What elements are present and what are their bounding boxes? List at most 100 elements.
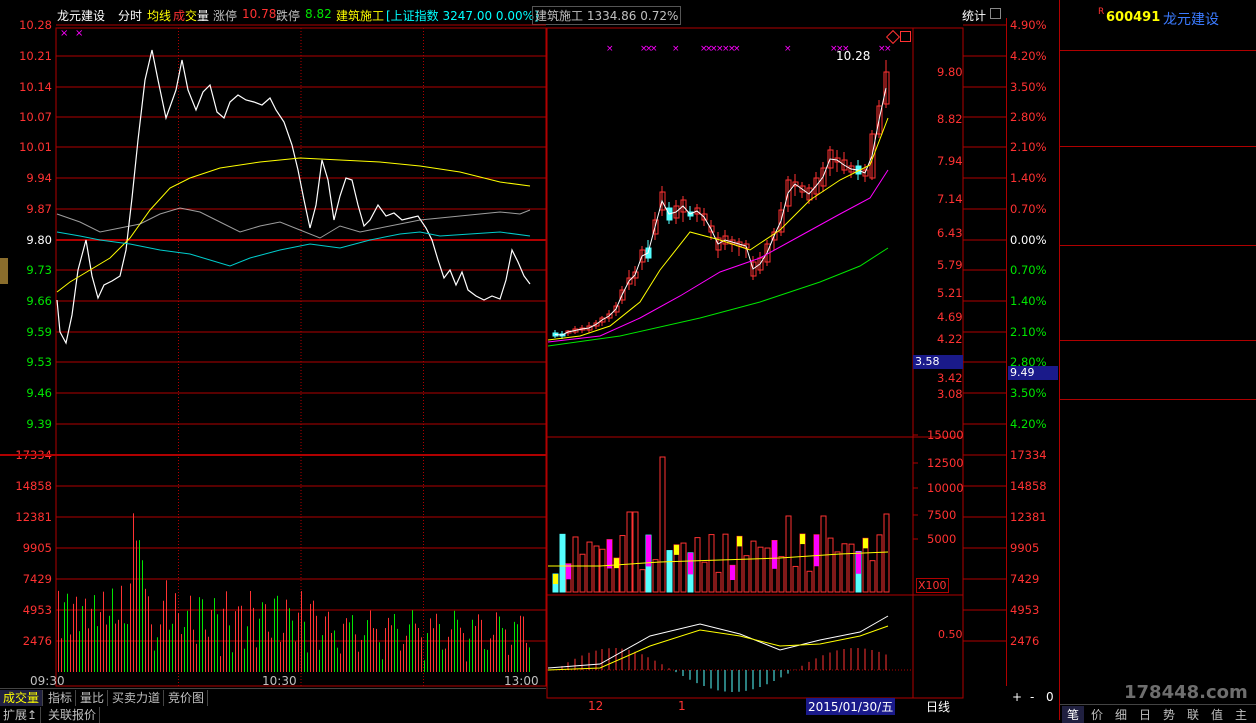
period-label[interactable]: 日线	[926, 698, 950, 715]
kline-volume-bar	[708, 534, 715, 593]
tab-buy-sell-power[interactable]: 买卖力道	[109, 690, 165, 706]
tab-volume-ratio[interactable]: 量比	[77, 690, 109, 706]
kline-volume-highlight	[646, 535, 651, 567]
signal-mark: ×	[650, 44, 658, 54]
maximize-icon[interactable]	[900, 31, 911, 42]
kline-volume-bar	[722, 533, 729, 593]
kline-volume-bar	[764, 547, 771, 593]
kline-volume-bar	[834, 551, 841, 593]
intraday-volume-bar	[340, 653, 341, 672]
tab-indicator[interactable]: 指标	[45, 690, 77, 706]
panel-tab[interactable]: 价	[1086, 706, 1108, 723]
bid-row[interactable]	[1060, 169, 1256, 187]
ask-row[interactable]	[1060, 129, 1256, 147]
panel-tab[interactable]: 值	[1206, 706, 1228, 723]
stock-code: 600491	[1106, 10, 1161, 25]
kline-volume-cap	[614, 558, 619, 569]
stat-row[interactable]	[1060, 247, 1256, 265]
kline-volume-bar	[876, 534, 883, 593]
intraday-volume-bar	[433, 628, 434, 672]
stat-row[interactable]	[1060, 285, 1256, 303]
panel-tab[interactable]: 主	[1230, 706, 1252, 723]
zoom-out-button[interactable]: -	[1030, 690, 1034, 704]
intraday-volume-bar	[403, 643, 404, 672]
intraday-volume-bar	[514, 621, 515, 672]
stat-row[interactable]	[1060, 323, 1256, 341]
intraday-volume-bar	[421, 637, 422, 672]
ask-row[interactable]	[1060, 72, 1256, 90]
kline-volume-bar	[869, 560, 876, 593]
zoom-in-button[interactable]: +	[1012, 690, 1022, 704]
kline-volume-bar	[579, 553, 586, 593]
intraday-volume-bar	[454, 610, 455, 672]
panel-tab[interactable]: 联	[1182, 706, 1204, 723]
kline-price-label: 4.69	[937, 310, 963, 324]
chart-canvas: × × × ××× × ××××××× × ××× ××	[0, 18, 1007, 699]
intraday-volume-bar	[76, 596, 77, 672]
intraday-volume-bar	[295, 641, 296, 672]
intraday-volume-bar	[127, 624, 128, 672]
bid-row[interactable]	[1060, 150, 1256, 168]
tab-auction[interactable]: 竞价图	[165, 690, 209, 706]
bid-row[interactable]	[1060, 207, 1256, 225]
ask-row[interactable]	[1060, 53, 1256, 71]
intraday-volume-bar	[457, 619, 458, 672]
kline-price-label: 4.22	[937, 332, 963, 346]
intraday-volume-bar	[256, 647, 257, 672]
bid-row[interactable]	[1060, 188, 1256, 206]
kline-volume-bar	[572, 536, 579, 593]
kline-x-label-jan: 1	[678, 699, 686, 713]
panel-tab[interactable]: 笔	[1062, 706, 1084, 723]
intraday-volume-bar	[181, 634, 182, 672]
intraday-volume-bar	[424, 660, 425, 672]
panel-tab[interactable]: 日	[1134, 706, 1156, 723]
intraday-volume-bar	[214, 598, 215, 672]
panel-divider	[1060, 146, 1256, 147]
zoom-reset-button[interactable]: 0	[1046, 690, 1054, 704]
kline-price-label: 9.80	[937, 65, 963, 79]
kline-volume-bar	[639, 569, 646, 593]
intraday-volume-bar	[346, 618, 347, 672]
intraday-volume-bar	[355, 634, 356, 672]
intraday-volume-bar	[118, 619, 119, 672]
fund-row[interactable]	[1060, 362, 1256, 380]
intraday-frame	[55, 27, 547, 687]
stat-row[interactable]	[1060, 304, 1256, 322]
tab-volume[interactable]: 成交量	[0, 690, 44, 706]
ask-row[interactable]	[1060, 91, 1256, 109]
fund-row[interactable]	[1060, 381, 1256, 399]
intraday-volume-bar	[316, 615, 317, 672]
time-label-open: 09:30	[30, 674, 65, 688]
intraday-volume-bar	[463, 633, 464, 672]
kline-high-marker: 10.28	[836, 49, 871, 63]
intraday-volume-bar	[97, 626, 98, 672]
intraday-volume-bar	[523, 616, 524, 672]
intraday-volume-bar	[445, 648, 446, 672]
tab-related-quote[interactable]: 关联报价	[45, 707, 101, 723]
tab-extend[interactable]: 扩展↥	[0, 707, 42, 723]
intraday-volume-bar	[232, 652, 233, 672]
intraday-volume-bar	[493, 634, 494, 672]
intraday-volume-bar	[73, 603, 74, 672]
price-line	[56, 49, 531, 345]
panel-tab[interactable]: 势	[1158, 706, 1180, 723]
kline-price-label: 8.82	[937, 112, 963, 126]
indicator-tabs: 成交量 指标 量比 买卖力道 竞价图 扩展↥ 关联报价	[0, 688, 546, 723]
intraday-volume-bar	[265, 604, 266, 672]
intraday-volume-bar	[100, 612, 101, 672]
signal-mark: ×	[672, 44, 680, 54]
intraday-volume-bar	[343, 623, 344, 672]
bid-row[interactable]	[1060, 226, 1256, 244]
webi-row[interactable]	[1060, 33, 1256, 51]
intraday-volume-bar	[391, 625, 392, 672]
intraday-volume-bar	[58, 590, 59, 672]
ask-row[interactable]	[1060, 110, 1256, 128]
stat-row[interactable]	[1060, 266, 1256, 284]
fund-row[interactable]	[1060, 343, 1256, 361]
intraday-volume-bar	[85, 598, 86, 672]
time-label-1030: 10:30	[262, 674, 297, 688]
panel-tab[interactable]: 细	[1110, 706, 1132, 723]
intraday-volume-bar	[304, 621, 305, 672]
intraday-volume-bar	[415, 623, 416, 672]
intraday-volume-bar	[199, 597, 200, 672]
